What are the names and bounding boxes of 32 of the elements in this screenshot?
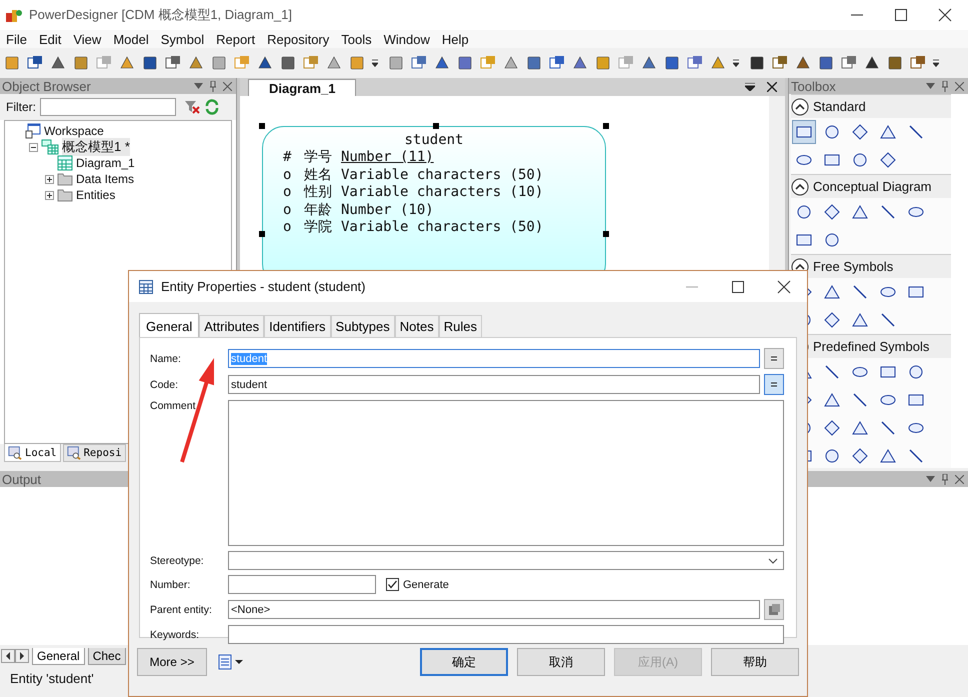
attribute-marker: o bbox=[283, 219, 292, 236]
attribute-type: Number (11) bbox=[341, 149, 434, 166]
attribute-type: Variable characters (50) bbox=[341, 219, 544, 236]
window-title: PowerDesigner [CDM 概念模型1, Diagram_1] bbox=[29, 6, 292, 24]
status-text: Entity 'student' bbox=[10, 670, 94, 686]
attribute-type: Variable characters (50) bbox=[341, 166, 544, 184]
attribute-type: Number (10) bbox=[341, 202, 434, 219]
entity-name: student bbox=[403, 131, 464, 149]
field-label: Parent entity: bbox=[150, 604, 213, 616]
attribute-name: 年龄 bbox=[304, 202, 332, 219]
field-label: Comment bbox=[150, 400, 197, 412]
field-value: student bbox=[231, 352, 268, 364]
panel-title: Object Browser bbox=[2, 78, 91, 94]
field-label: Name: bbox=[150, 352, 182, 364]
attribute-marker: o bbox=[283, 184, 292, 202]
panel-title: Toolbox bbox=[791, 78, 836, 94]
attribute-name: 学号 bbox=[304, 149, 332, 166]
field-label: Number: bbox=[150, 578, 192, 590]
attribute-name: 学院 bbox=[304, 219, 332, 236]
panel-title: Output bbox=[2, 472, 42, 486]
attribute-marker: o bbox=[283, 166, 292, 184]
filter-label: Filter: bbox=[6, 100, 36, 114]
field-value: student bbox=[231, 378, 268, 390]
attribute-marker: # bbox=[283, 149, 292, 166]
field-label: Stereotype: bbox=[150, 554, 205, 566]
field-label: Code: bbox=[150, 378, 180, 390]
attribute-name: 姓名 bbox=[304, 166, 332, 184]
attribute-type: Variable characters (10) bbox=[341, 184, 544, 202]
attribute-marker: o bbox=[283, 202, 292, 219]
attribute-name: 性别 bbox=[304, 184, 332, 202]
checkbox-label: Generate bbox=[403, 578, 449, 590]
field-label: Keywords: bbox=[150, 628, 200, 640]
